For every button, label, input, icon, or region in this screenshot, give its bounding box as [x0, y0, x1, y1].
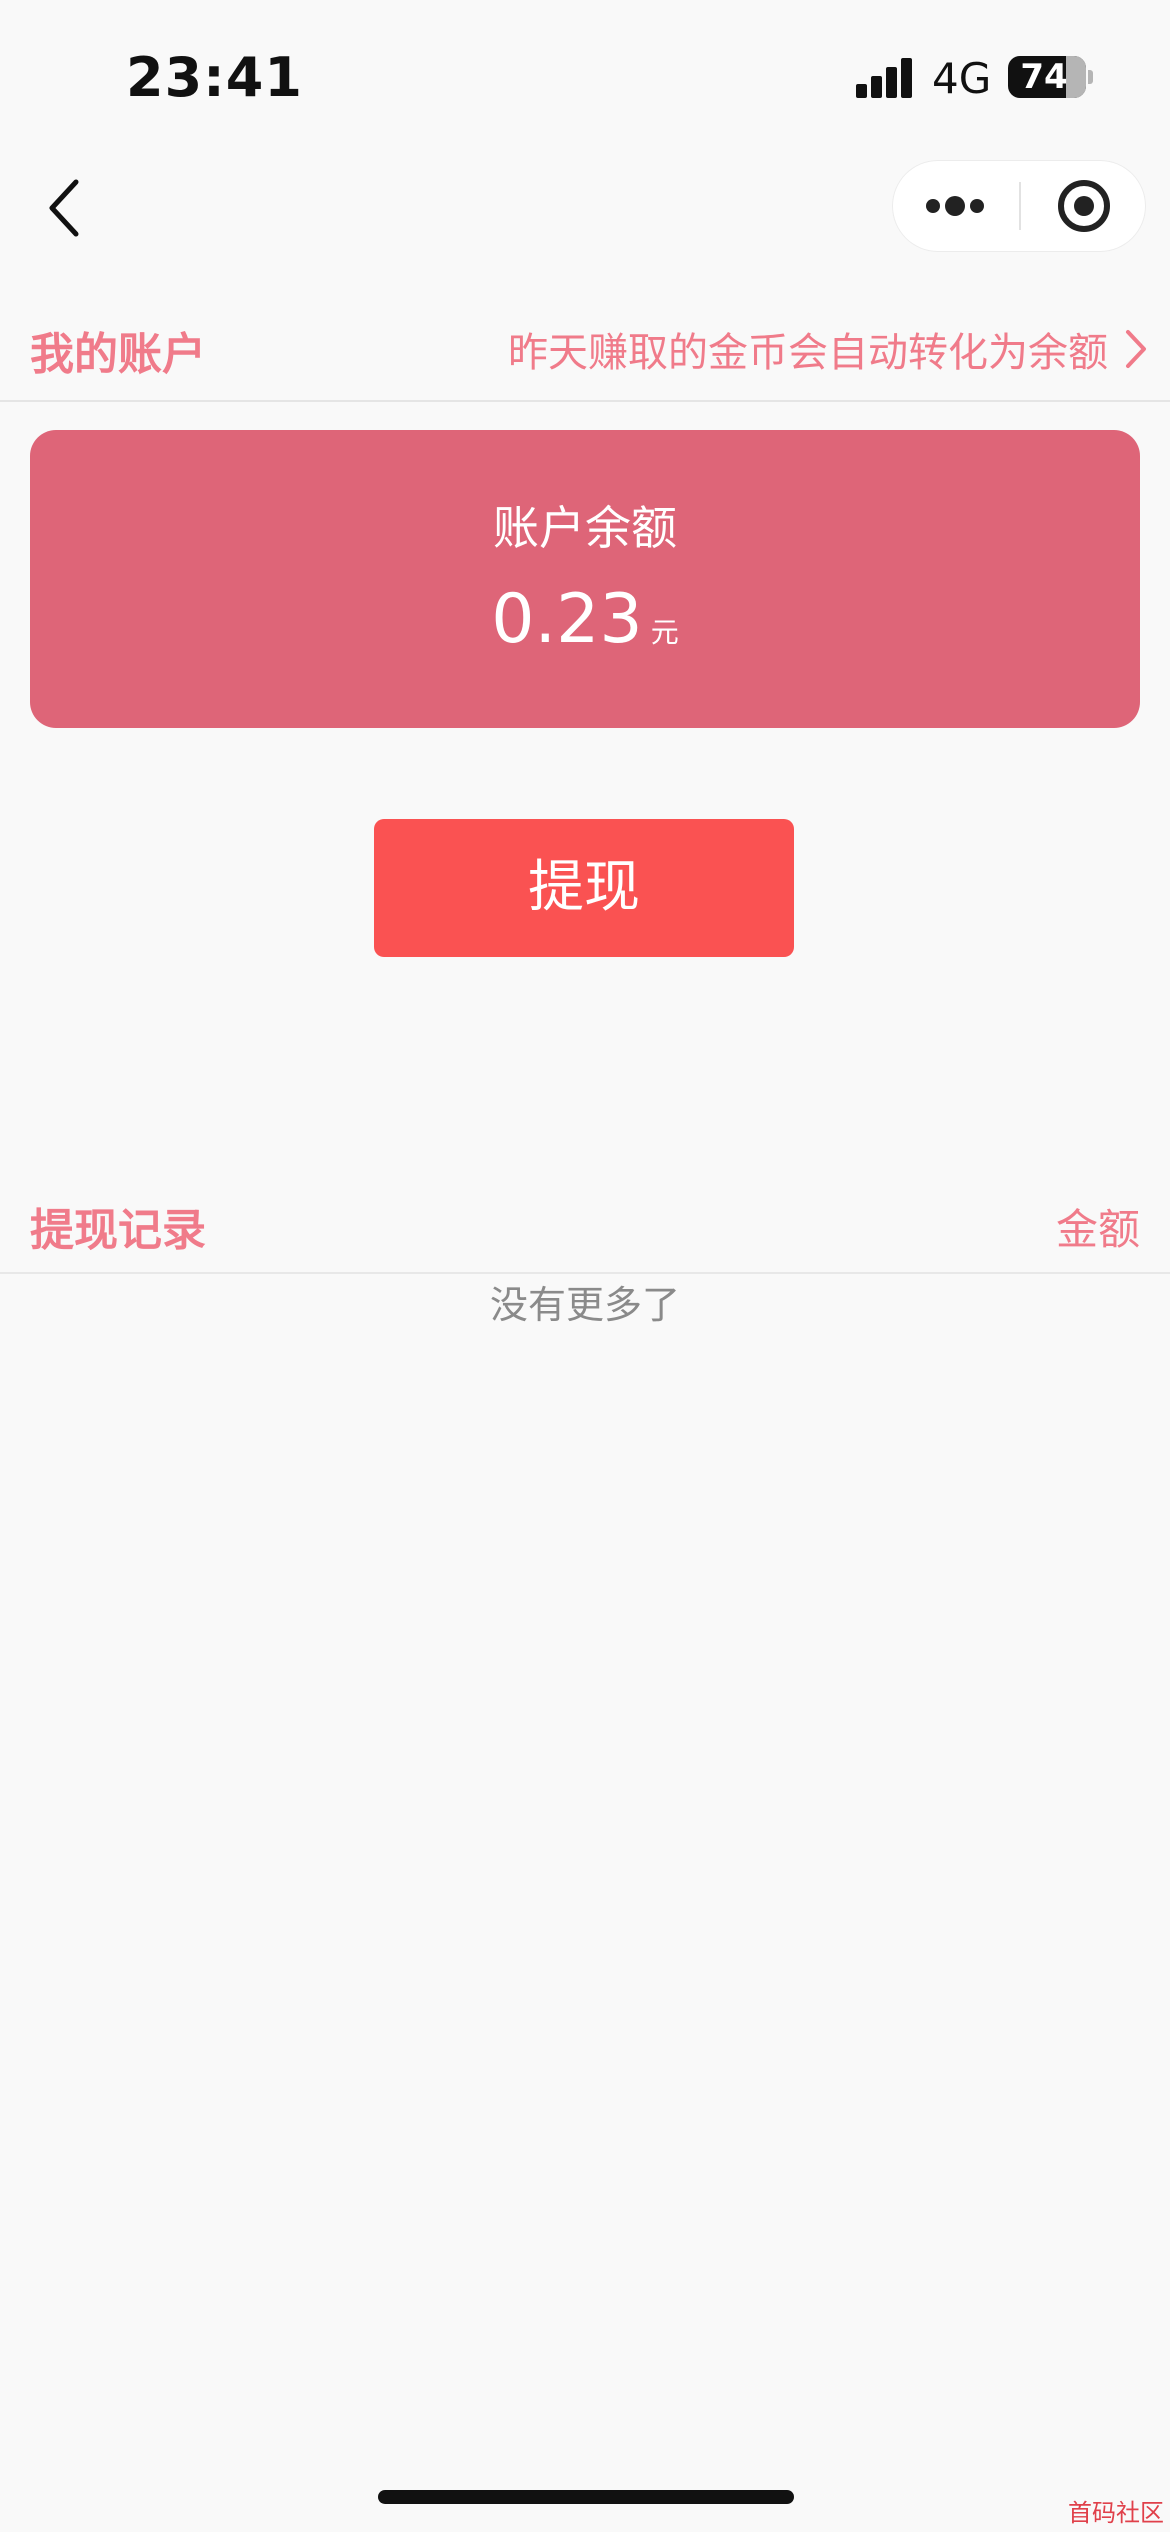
balance-notice-link[interactable]: 昨天赚取的金币会自动转化为余额	[508, 320, 1148, 378]
balance-unit: 元	[650, 616, 679, 649]
mini-program-capsule	[892, 160, 1146, 252]
balance-card: 账户余额 0.23 元	[30, 430, 1140, 728]
battery-tip	[1088, 70, 1093, 84]
account-header: 我的账户 昨天赚取的金币会自动转化为余额	[0, 296, 1170, 402]
target-circle-icon	[1058, 180, 1110, 232]
network-type: 4G	[932, 54, 992, 103]
more-dots-icon	[926, 196, 984, 216]
amount-column-header: 金额	[1055, 1205, 1140, 1254]
balance-amount-row: 0.23 元	[30, 580, 1140, 659]
signal-strength-icon	[856, 58, 914, 98]
battery-icon: 74	[1008, 56, 1086, 98]
home-indicator[interactable]	[378, 2490, 794, 2504]
watermark: 首码社区	[1068, 2499, 1164, 2527]
records-title: 提现记录	[30, 1205, 206, 1256]
account-title: 我的账户	[30, 329, 206, 380]
more-menu-button[interactable]	[892, 160, 1018, 252]
capsule-divider	[1019, 182, 1021, 230]
close-mini-program-button[interactable]	[1022, 160, 1146, 252]
chevron-left-icon	[49, 179, 79, 237]
withdraw-records-header: 提现记录 金额	[0, 1168, 1170, 1274]
balance-amount: 0.23	[491, 580, 643, 659]
balance-notice-text: 昨天赚取的金币会自动转化为余额	[508, 330, 1108, 376]
empty-list-text: 没有更多了	[489, 1283, 680, 1327]
chevron-right-icon	[1126, 330, 1146, 368]
withdraw-button[interactable]: 提现	[374, 819, 794, 957]
battery-level: 74	[1020, 57, 1068, 97]
status-time: 23:41	[126, 46, 303, 109]
back-button[interactable]	[36, 168, 96, 248]
balance-label: 账户余额	[493, 501, 677, 555]
